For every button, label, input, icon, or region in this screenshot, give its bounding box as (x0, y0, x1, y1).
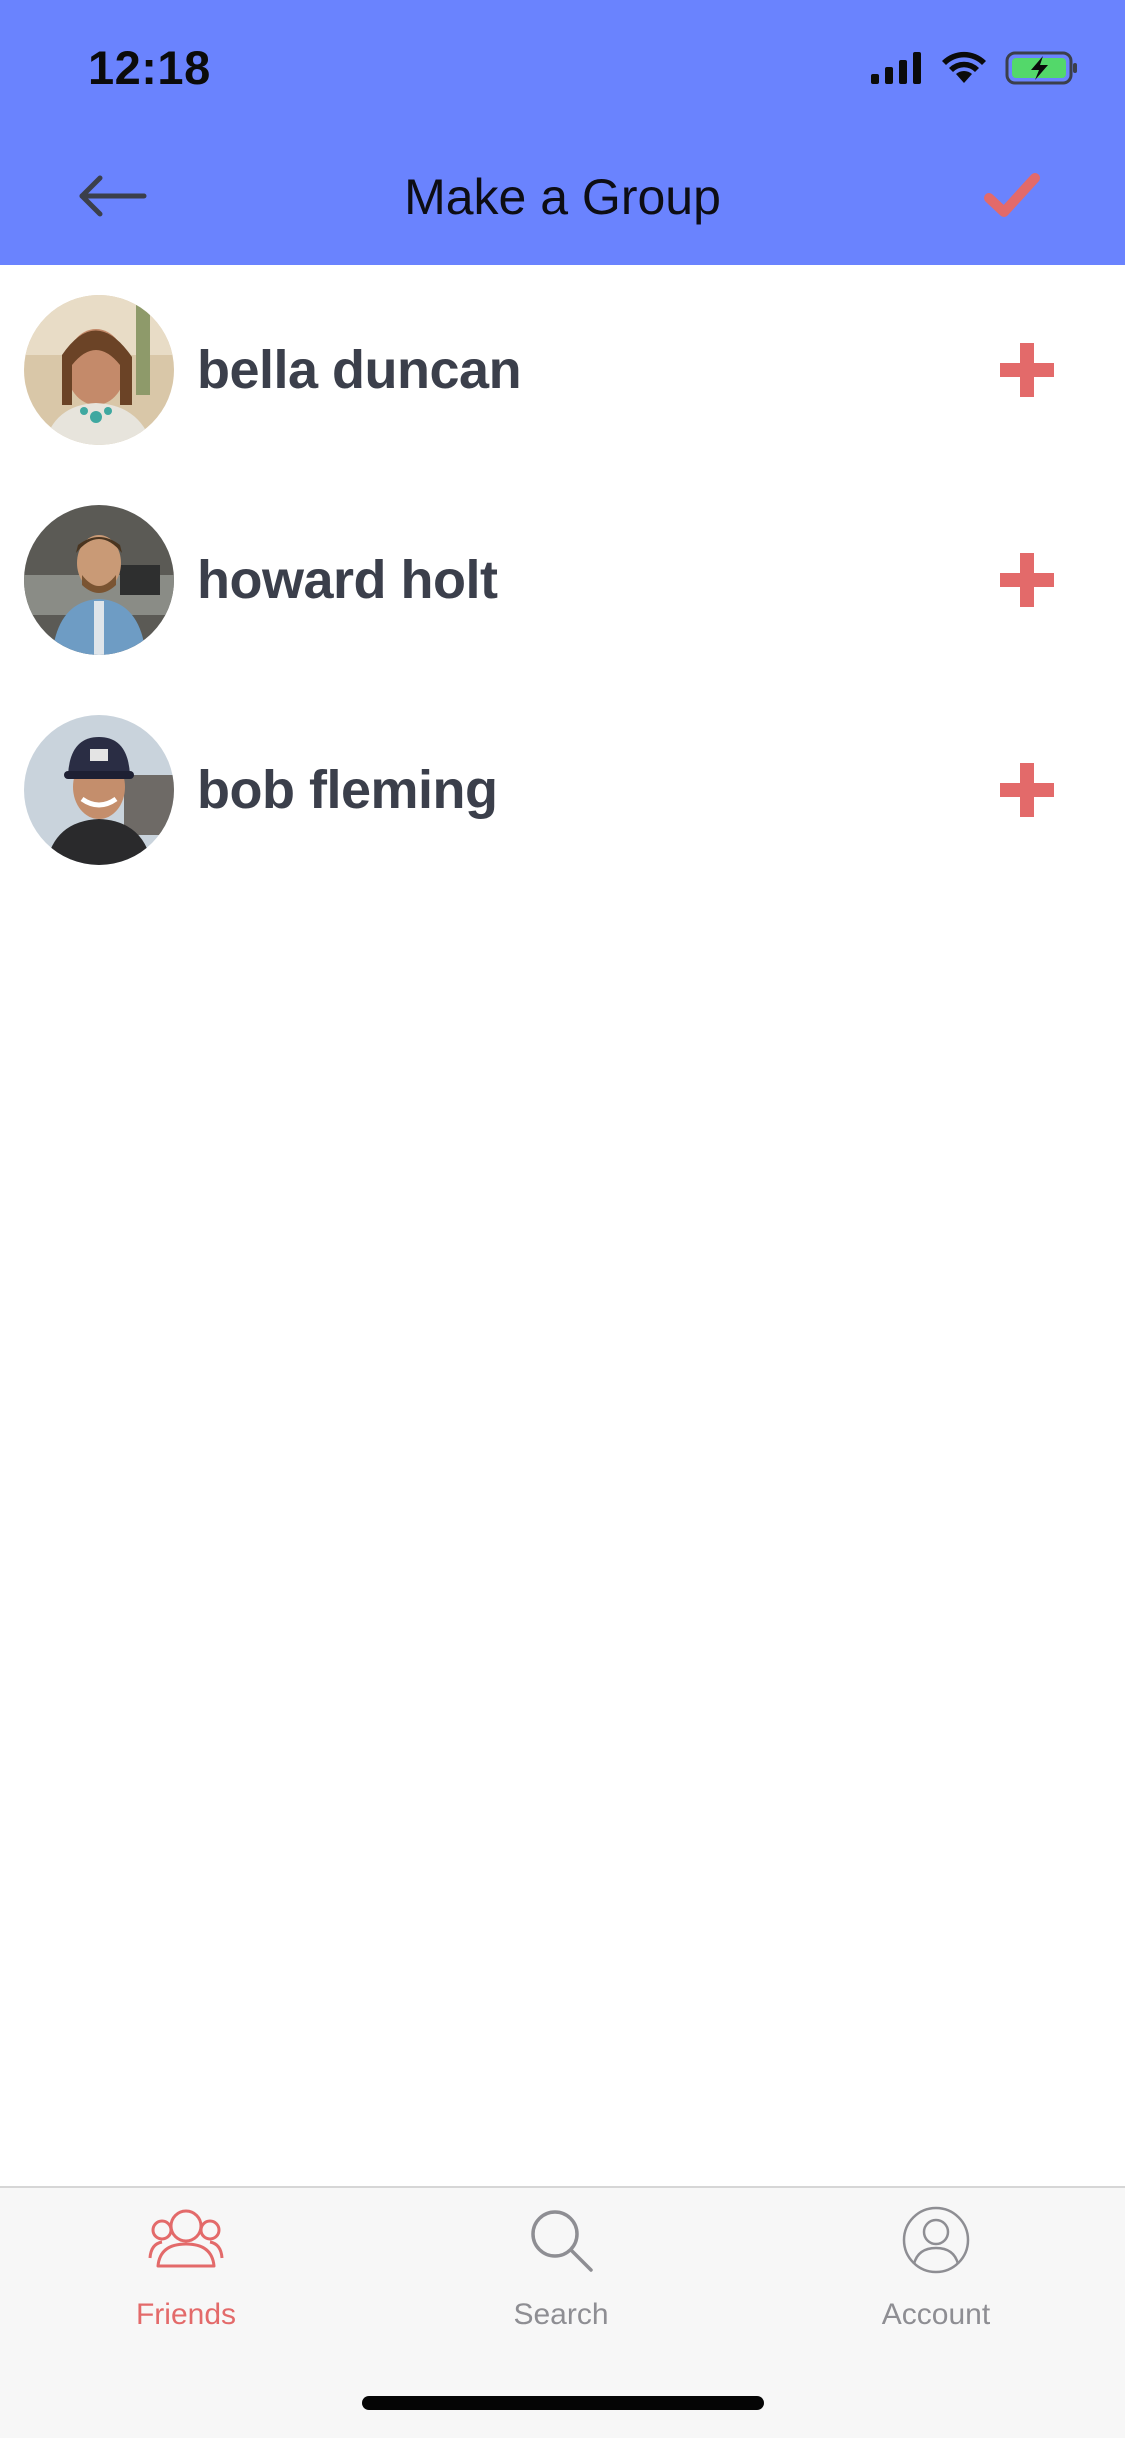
header-bar: 12:18 Make a Group (0, 0, 1125, 265)
avatar (24, 505, 174, 655)
battery-charging-icon (1005, 51, 1077, 85)
cellular-signal-icon (871, 52, 921, 84)
home-indicator (362, 2396, 764, 2410)
tab-label: Account (881, 2298, 991, 2331)
status-time: 12:18 (88, 41, 211, 94)
friend-row: bella duncan (0, 265, 1125, 475)
avatar (24, 295, 174, 445)
avatar (24, 715, 174, 865)
page-title: Make a Group (404, 169, 721, 225)
confirm-button[interactable] (984, 172, 1040, 222)
add-friend-button[interactable] (1000, 763, 1054, 817)
tab-account[interactable]: Account (826, 2188, 1046, 2348)
plus-icon (1000, 763, 1054, 817)
account-icon (902, 2206, 970, 2274)
tab-label: Search (513, 2298, 609, 2331)
friend-name: bella duncan (197, 340, 522, 400)
friend-name: bob fleming (197, 760, 498, 820)
tab-label: Friends (135, 2298, 237, 2331)
checkmark-icon (984, 173, 1040, 217)
friend-list: bella duncan howard holt bob fleming (0, 265, 1125, 895)
add-friend-button[interactable] (1000, 553, 1054, 607)
status-icons (871, 48, 1079, 88)
friend-name: howard holt (197, 550, 498, 610)
plus-icon (1000, 553, 1054, 607)
friend-row: howard holt (0, 475, 1125, 685)
add-friend-button[interactable] (1000, 343, 1054, 397)
search-icon (531, 2210, 593, 2272)
friend-row: bob fleming (0, 685, 1125, 895)
friends-icon (148, 2209, 224, 2268)
wifi-icon (942, 51, 986, 83)
tab-friends[interactable]: Friends (76, 2188, 296, 2348)
tab-search[interactable]: Search (451, 2188, 671, 2348)
plus-icon (1000, 343, 1054, 397)
